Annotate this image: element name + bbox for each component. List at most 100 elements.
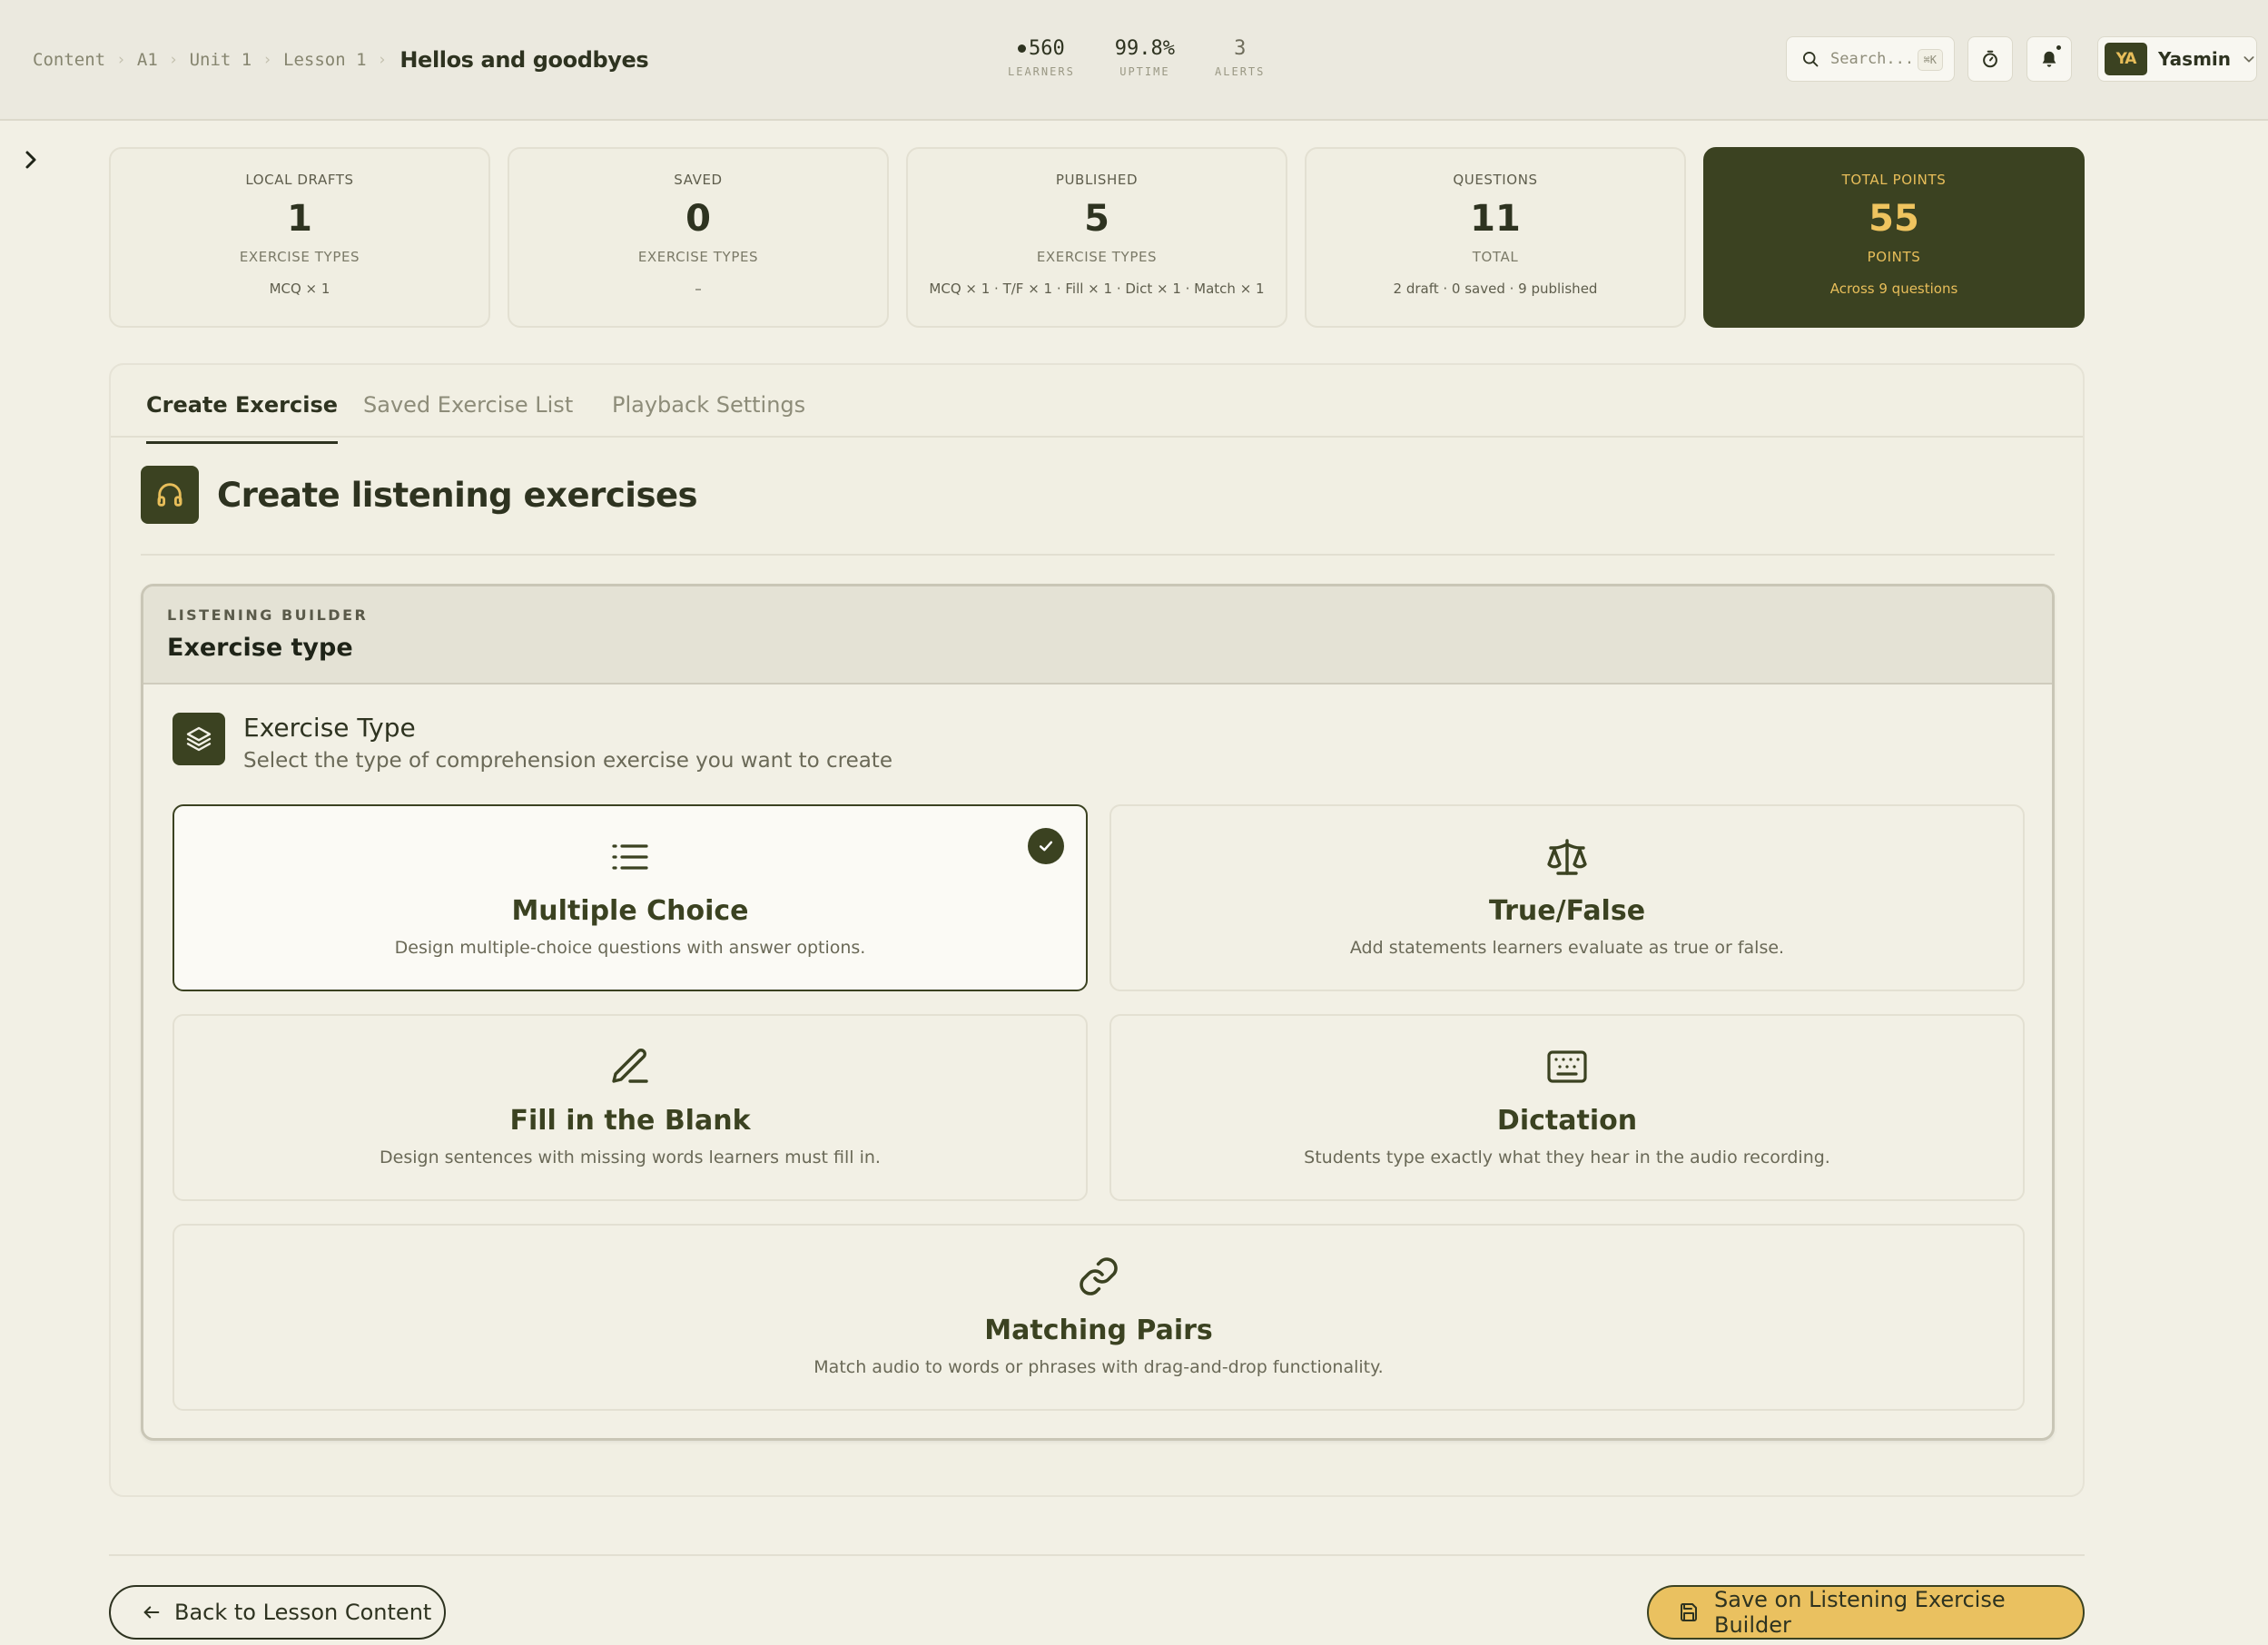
bell-icon	[2039, 49, 2059, 69]
list-icon	[608, 835, 652, 879]
stat-value: 11	[1470, 198, 1521, 240]
stat-label: QUESTIONS	[1453, 172, 1538, 188]
option-multiple-choice[interactable]: Multiple Choice Design multiple-choice q…	[173, 804, 1088, 991]
stat-sublabel: POINTS	[1867, 249, 1921, 265]
search-icon	[1801, 50, 1819, 68]
stat-label: TOTAL POINTS	[1841, 172, 1947, 188]
stat-sublabel: EXERCISE TYPES	[239, 249, 360, 265]
layers-icon	[173, 713, 225, 765]
save-builder-button[interactable]: Save on Listening Exercise Builder	[1647, 1585, 2085, 1640]
stat-detail: –	[695, 281, 702, 297]
search-placeholder: Search...	[1830, 50, 1915, 68]
sidebar-toggle-button[interactable]	[16, 145, 45, 174]
stat-card-questions: QUESTIONS 11 TOTAL 2 draft · 0 saved · 9…	[1305, 147, 1686, 328]
metric-learners: 560 LEARNERS	[1008, 34, 1075, 79]
pencil-icon	[608, 1045, 652, 1088]
link-icon	[1077, 1255, 1120, 1298]
save-icon	[1678, 1601, 1700, 1623]
tab-saved-exercise-list[interactable]: Saved Exercise List	[363, 392, 573, 441]
user-menu-button[interactable]: YA Yasmin	[2097, 36, 2257, 82]
avatar: YA	[2105, 43, 2148, 75]
stat-card-total-points: TOTAL POINTS 55 POINTS Across 9 question…	[1703, 147, 2085, 328]
notification-badge	[2055, 44, 2063, 52]
stat-detail: 2 draft · 0 saved · 9 published	[1393, 281, 1598, 297]
live-indicator-icon	[1018, 44, 1027, 53]
metric-alerts-label: ALERTS	[1215, 65, 1266, 78]
option-description: Add statements learners evaluate as true…	[1349, 938, 1785, 958]
tab-playback-settings[interactable]: Playback Settings	[612, 392, 805, 441]
back-to-lesson-button[interactable]: Back to Lesson Content	[109, 1585, 446, 1640]
metric-alerts-value: 3	[1234, 36, 1247, 60]
option-true-false[interactable]: True/False Add statements learners evalu…	[1109, 804, 2025, 991]
option-description: Design multiple-choice questions with an…	[394, 938, 866, 958]
chevron-right-icon	[20, 149, 42, 171]
option-dictation[interactable]: Dictation Students type exactly what the…	[1109, 1014, 2025, 1201]
stat-detail: Across 9 questions	[1829, 281, 1958, 297]
user-name: Yasmin	[2158, 48, 2231, 70]
check-icon	[1028, 828, 1064, 864]
exercise-type-header: Exercise Type Select the type of compreh…	[173, 713, 892, 773]
chevron-down-icon	[2242, 52, 2256, 66]
metric-uptime-value: 99.8%	[1114, 36, 1176, 60]
metric-uptime-label: UPTIME	[1119, 65, 1170, 78]
exercise-type-description: Select the type of comprehension exercis…	[243, 749, 892, 773]
footer-divider	[109, 1554, 2085, 1556]
notifications-button[interactable]	[2026, 36, 2072, 82]
option-title: Matching Pairs	[984, 1315, 1213, 1346]
builder-header: LISTENING BUILDER Exercise type	[143, 586, 2052, 685]
back-button-label: Back to Lesson Content	[174, 1600, 432, 1625]
divider	[141, 554, 2055, 556]
arrow-left-icon	[142, 1602, 162, 1622]
option-description: Students type exactly what they hear in …	[1304, 1148, 1830, 1167]
breadcrumb-lesson[interactable]: Lesson 1	[283, 50, 367, 70]
stat-detail: MCQ × 1	[269, 281, 330, 297]
option-description: Match audio to words or phrases with dra…	[814, 1357, 1384, 1377]
metric-learners-value: 560	[1029, 36, 1065, 60]
stat-value: 5	[1084, 198, 1109, 240]
stat-label: PUBLISHED	[1055, 172, 1139, 188]
breadcrumb-separator: ›	[118, 51, 124, 69]
breadcrumb-separator: ›	[264, 51, 271, 69]
stat-sublabel: TOTAL	[1472, 249, 1519, 265]
section-title: Create listening exercises	[217, 475, 698, 515]
headphones-icon	[141, 466, 199, 524]
stat-detail: MCQ × 1 · T/F × 1 · Fill × 1 · Dict × 1 …	[929, 281, 1265, 297]
breadcrumb: Content › A1 › Unit 1 › Lesson 1 › Hello…	[33, 42, 649, 78]
tab-bar: Create Exercise Saved Exercise List Play…	[111, 365, 2083, 444]
scale-icon	[1545, 835, 1589, 879]
breadcrumb-separator: ›	[170, 51, 177, 69]
timer-icon	[1980, 49, 2000, 69]
builder-eyebrow: LISTENING BUILDER	[167, 606, 369, 624]
top-bar: Content › A1 › Unit 1 › Lesson 1 › Hello…	[0, 0, 2268, 121]
breadcrumb-unit[interactable]: Unit 1	[190, 50, 252, 70]
option-matching-pairs[interactable]: Matching Pairs Match audio to words or p…	[173, 1224, 2025, 1411]
page-title: Hellos and goodbyes	[399, 47, 649, 73]
stat-value: 0	[685, 198, 711, 240]
search-input[interactable]: Search... ⌘K	[1786, 36, 1955, 82]
stat-card-local-drafts: LOCAL DRAFTS 1 EXERCISE TYPES MCQ × 1	[109, 147, 490, 328]
breadcrumb-separator: ›	[379, 51, 386, 69]
stat-card-saved: SAVED 0 EXERCISE TYPES –	[508, 147, 889, 328]
keyboard-icon	[1545, 1045, 1589, 1088]
metric-uptime: 99.8% UPTIME	[1114, 34, 1176, 79]
breadcrumb-level[interactable]: A1	[137, 50, 158, 70]
listening-builder-card: LISTENING BUILDER Exercise type Exercise…	[141, 584, 2055, 1441]
option-description: Design sentences with missing words lear…	[380, 1148, 881, 1167]
stat-card-published: PUBLISHED 5 EXERCISE TYPES MCQ × 1 · T/F…	[906, 147, 1287, 328]
tab-create-exercise[interactable]: Create Exercise	[146, 392, 339, 444]
stat-sublabel: EXERCISE TYPES	[1036, 249, 1158, 265]
builder-title: Exercise type	[167, 634, 353, 662]
stat-label: SAVED	[674, 172, 723, 188]
header-metrics: 560 LEARNERS 99.8% UPTIME 3 ALERTS	[1008, 34, 1305, 79]
stat-value: 1	[287, 198, 312, 240]
main-panel: Create Exercise Saved Exercise List Play…	[109, 363, 2085, 1497]
option-fill-in-the-blank[interactable]: Fill in the Blank Design sentences with …	[173, 1014, 1088, 1201]
breadcrumb-content[interactable]: Content	[33, 50, 105, 70]
timer-button[interactable]	[1967, 36, 2013, 82]
option-title: Dictation	[1496, 1105, 1638, 1137]
exercise-type-title: Exercise Type	[243, 713, 416, 743]
option-title: Multiple Choice	[511, 895, 749, 927]
save-button-label: Save on Listening Exercise Builder	[1714, 1587, 2006, 1638]
metric-alerts[interactable]: 3 ALERTS	[1215, 34, 1266, 79]
stat-value: 55	[1869, 198, 1919, 240]
